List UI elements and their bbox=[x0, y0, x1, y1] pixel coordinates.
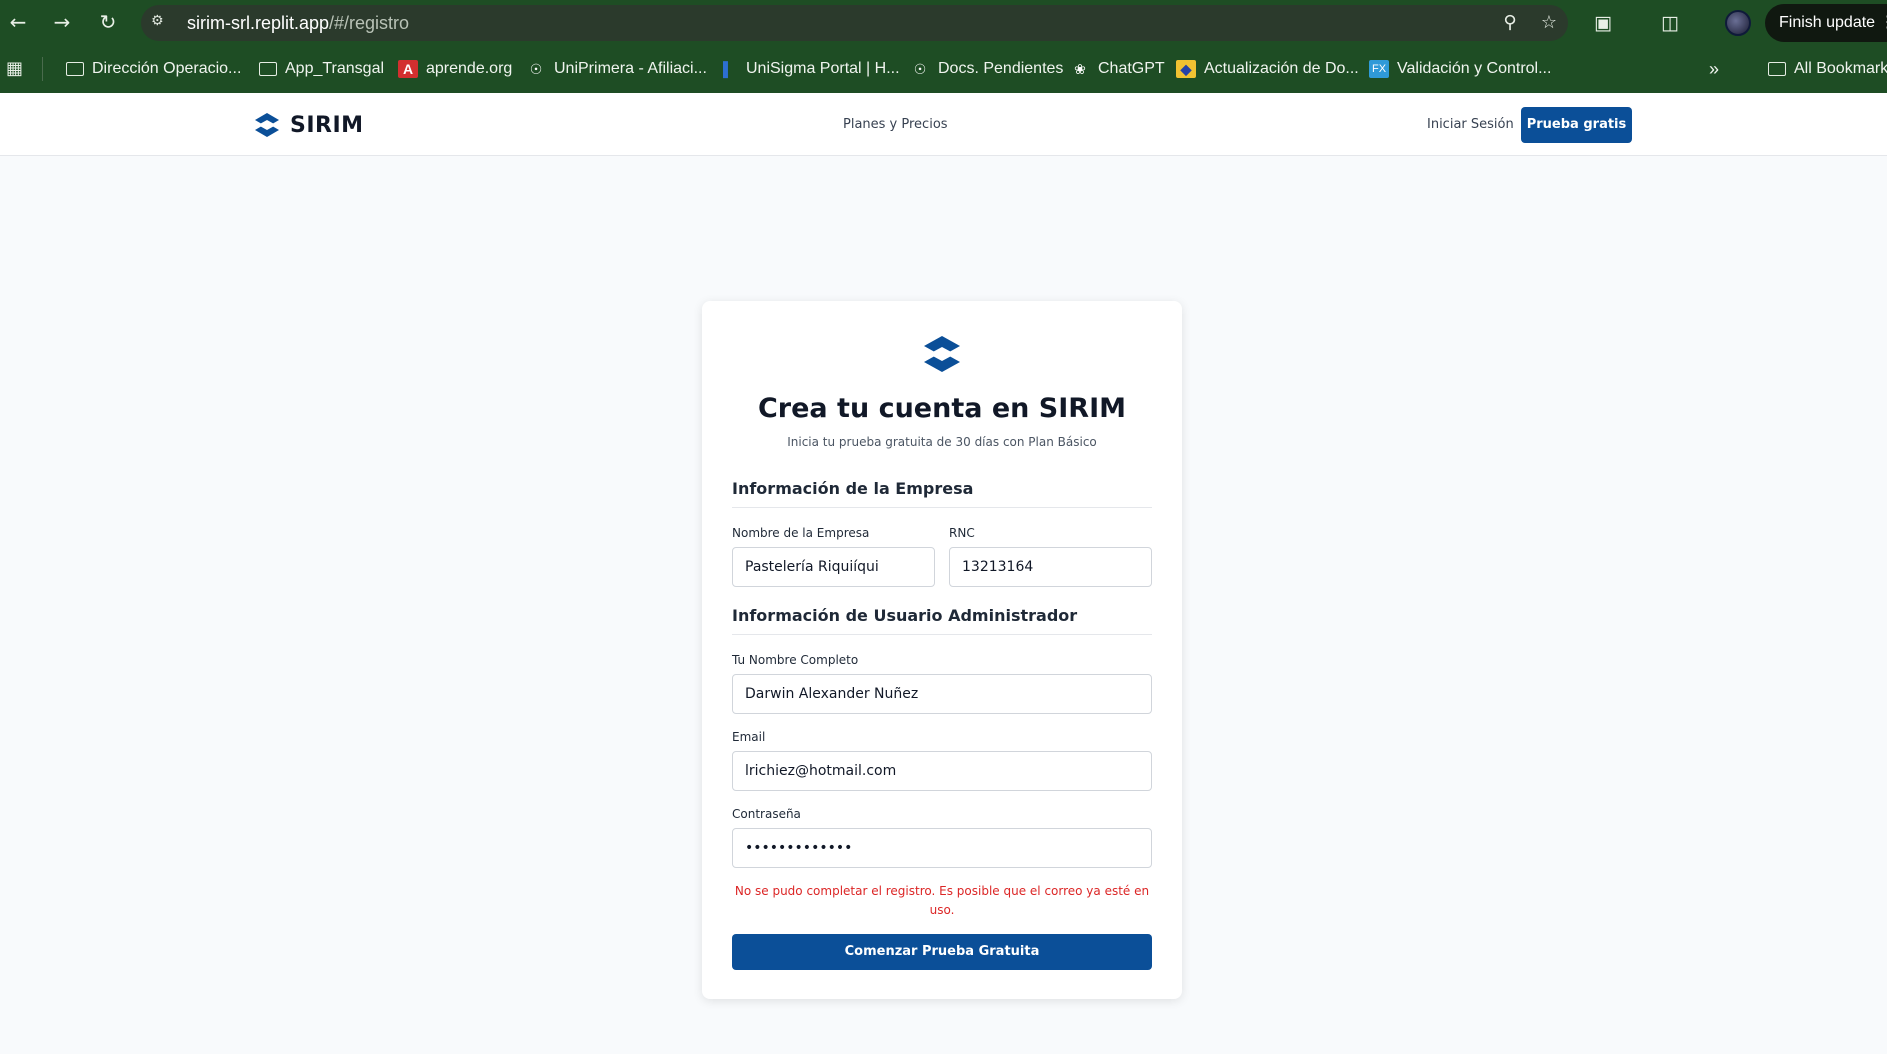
brand-logo[interactable]: SIRIM bbox=[254, 110, 364, 140]
site-info-icon[interactable]: ⚙ bbox=[151, 13, 173, 33]
browser-toolbar: ← → ↻ ⚙ sirim-srl.replit.app/#/registro … bbox=[0, 0, 1887, 45]
bookmark-label: App_Transgal bbox=[285, 60, 385, 77]
chatgpt-icon: ❀ bbox=[1074, 61, 1086, 77]
folder-icon bbox=[259, 62, 277, 76]
rnc-label: RNC bbox=[949, 526, 975, 540]
bookmark-item[interactable]: Dirección Operacio... bbox=[66, 57, 241, 81]
bookmark-item[interactable]: ❀ ChatGPT bbox=[1070, 57, 1165, 81]
email-label: Email bbox=[732, 730, 766, 744]
folder-icon bbox=[1768, 62, 1786, 76]
admin-section-title: Información de Usuario Administrador bbox=[732, 606, 1078, 625]
page-title: Crea tu cuenta en SIRIM bbox=[757, 393, 1126, 424]
globe-icon: ☉ bbox=[913, 61, 927, 77]
reload-icon[interactable]: ↻ bbox=[96, 10, 120, 34]
url-path: /#/registro bbox=[329, 13, 410, 33]
url-host: sirim-srl.replit.app bbox=[187, 13, 330, 33]
section-divider bbox=[732, 507, 1152, 508]
password-label: Contraseña bbox=[732, 807, 801, 821]
unisigma-icon: ▌ bbox=[723, 61, 733, 77]
company-name-input[interactable] bbox=[732, 547, 935, 587]
apps-grid-icon[interactable]: ▦ bbox=[6, 59, 26, 79]
bookmark-label: Actualización de Do... bbox=[1204, 60, 1359, 77]
free-trial-button[interactable]: Prueba gratis bbox=[1521, 107, 1632, 143]
bookmark-label: UniPrimera - Afiliaci... bbox=[554, 60, 707, 77]
section-divider bbox=[732, 634, 1152, 635]
bookmark-label: UniSigma Portal | H... bbox=[746, 60, 900, 77]
aprende-icon: A bbox=[398, 60, 418, 78]
bookmark-label: aprende.org bbox=[426, 60, 513, 77]
bookmark-label: ChatGPT bbox=[1098, 60, 1165, 77]
nav-pricing-link[interactable]: Planes y Precios bbox=[843, 117, 948, 132]
finish-update-button[interactable]: Finish update ⋮ bbox=[1765, 4, 1887, 42]
bookmarks-bar: ▦ Dirección Operacio... App_Transgal Aap… bbox=[0, 45, 1887, 93]
password-input[interactable] bbox=[732, 828, 1152, 868]
extensions-icon[interactable]: ▣ bbox=[1590, 10, 1616, 36]
forward-arrow-icon[interactable]: → bbox=[50, 10, 74, 34]
bookmark-item[interactable]: FX Validación y Control... bbox=[1369, 57, 1551, 81]
start-trial-submit-button[interactable]: Comenzar Prueba Gratuita bbox=[732, 934, 1152, 970]
validation-icon: FX bbox=[1369, 60, 1389, 78]
bookmark-item[interactable]: App_Transgal bbox=[259, 57, 384, 81]
brand-name: SIRIM bbox=[290, 112, 364, 138]
url-text[interactable]: sirim-srl.replit.app/#/registro bbox=[187, 13, 409, 34]
bookmark-label: Docs. Pendientes bbox=[938, 60, 1064, 77]
sirim-logo-icon bbox=[924, 336, 960, 372]
globe-icon: ☉ bbox=[529, 61, 543, 77]
login-link[interactable]: Iniciar Sesión bbox=[1427, 117, 1514, 132]
back-arrow-icon[interactable]: ← bbox=[6, 10, 30, 34]
ad-icon: ◆ bbox=[1176, 60, 1196, 78]
bookmark-item[interactable]: ◆ Actualización de Do... bbox=[1176, 57, 1359, 81]
profile-avatar[interactable] bbox=[1725, 10, 1751, 36]
full-name-label: Tu Nombre Completo bbox=[732, 653, 859, 667]
star-bookmark-icon[interactable]: ☆ bbox=[1538, 12, 1560, 34]
company-section-title: Información de la Empresa bbox=[732, 479, 974, 498]
full-name-input[interactable] bbox=[732, 674, 1152, 714]
sirim-logo-icon bbox=[255, 113, 279, 137]
all-bookmarks-folder[interactable]: All Bookmark bbox=[1768, 57, 1887, 81]
bookmark-item[interactable]: ☉ Docs. Pendientes bbox=[910, 57, 1064, 81]
error-message: No se pudo completar el registro. Es pos… bbox=[734, 884, 1150, 917]
registration-card: Crea tu cuenta en SIRIM Inicia tu prueba… bbox=[702, 301, 1182, 999]
bookmark-item[interactable]: ☉ UniPrimera - Afiliaci... bbox=[526, 57, 707, 81]
address-bar[interactable]: ⚙ sirim-srl.replit.app/#/registro ⚲ ☆ bbox=[141, 5, 1568, 41]
cast-search-icon[interactable]: ◫ bbox=[1657, 10, 1683, 36]
email-input[interactable] bbox=[732, 751, 1152, 791]
rnc-input[interactable] bbox=[949, 547, 1152, 587]
bookmark-label: Dirección Operacio... bbox=[92, 60, 242, 77]
zoom-icon[interactable]: ⚲ bbox=[1499, 12, 1521, 34]
page-subtitle: Inicia tu prueba gratuita de 30 días con… bbox=[787, 435, 1097, 449]
more-bookmarks-chevron-icon[interactable]: » bbox=[1709, 57, 1719, 81]
folder-icon bbox=[66, 62, 84, 76]
bookmark-label: Validación y Control... bbox=[1397, 60, 1552, 77]
finish-update-label: Finish update bbox=[1779, 14, 1876, 31]
bookmark-item[interactable]: Aaprende.org bbox=[398, 57, 512, 81]
site-header: SIRIM Planes y Precios Iniciar Sesión Pr… bbox=[0, 93, 1887, 156]
bookmark-item[interactable]: ▌ UniSigma Portal | H... bbox=[718, 57, 900, 81]
bookmarks-divider bbox=[42, 57, 43, 81]
all-bookmarks-label: All Bookmark bbox=[1794, 60, 1887, 77]
company-name-label: Nombre de la Empresa bbox=[732, 526, 870, 540]
